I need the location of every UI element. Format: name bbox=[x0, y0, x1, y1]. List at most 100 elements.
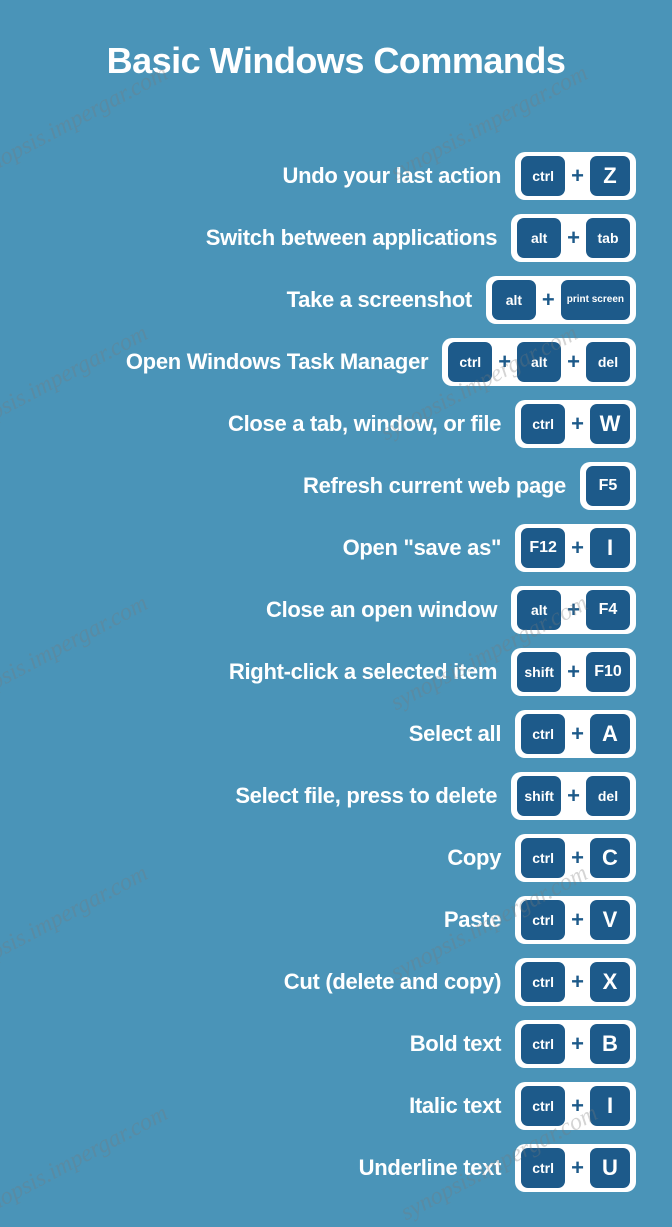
keycap: alt bbox=[517, 590, 561, 630]
key-combo: ctrl+V bbox=[515, 896, 636, 944]
shortcut-label: Refresh current web page bbox=[303, 473, 566, 499]
plus-separator: + bbox=[569, 1031, 586, 1057]
plus-separator: + bbox=[540, 287, 557, 313]
keycap: U bbox=[590, 1148, 630, 1188]
shortcut-label: Take a screenshot bbox=[287, 287, 472, 313]
shortcut-row: Open "save as" F12+I bbox=[36, 524, 636, 572]
plus-separator: + bbox=[565, 783, 582, 809]
key-combo: ctrl+U bbox=[515, 1144, 636, 1192]
keycap: ctrl bbox=[521, 1086, 565, 1126]
shortcut-label: Undo your last action bbox=[283, 163, 502, 189]
shortcut-row: Close a tab, window, or file ctrl+W bbox=[36, 400, 636, 448]
shortcut-label: Close a tab, window, or file bbox=[228, 411, 501, 437]
keycap: tab bbox=[586, 218, 630, 258]
plus-separator: + bbox=[569, 907, 586, 933]
shortcut-list: Undo your last actionctrl+ZSwitch betwee… bbox=[36, 152, 636, 1192]
key-combo: F5 bbox=[580, 462, 636, 510]
shortcut-label: Italic text bbox=[409, 1093, 501, 1119]
shortcut-row: Cut (delete and copy) ctrl+X bbox=[36, 958, 636, 1006]
shortcut-row: Right-click a selected item shift+F10 bbox=[36, 648, 636, 696]
keycap: F4 bbox=[586, 590, 630, 630]
keycap: ctrl bbox=[521, 156, 565, 196]
shortcut-row: Select all ctrl+A bbox=[36, 710, 636, 758]
shortcut-label: Open "save as" bbox=[343, 535, 502, 561]
key-combo: ctrl+alt+del bbox=[442, 338, 636, 386]
keycap: ctrl bbox=[521, 404, 565, 444]
keycap: alt bbox=[492, 280, 536, 320]
keycap: V bbox=[590, 900, 630, 940]
keycap: F12 bbox=[521, 528, 565, 568]
keycap: del bbox=[586, 776, 630, 816]
keycap: ctrl bbox=[521, 962, 565, 1002]
shortcut-label: Select file, press to delete bbox=[235, 783, 497, 809]
keycap: alt bbox=[517, 342, 561, 382]
keycap: ctrl bbox=[521, 838, 565, 878]
shortcut-row: Take a screenshot alt+print screen bbox=[36, 276, 636, 324]
plus-separator: + bbox=[496, 349, 513, 375]
keycap: A bbox=[590, 714, 630, 754]
shortcut-row: Undo your last action ctrl+Z bbox=[36, 152, 636, 200]
plus-separator: + bbox=[565, 659, 582, 685]
shortcut-row: Italic text ctrl+I bbox=[36, 1082, 636, 1130]
keycap: print screen bbox=[561, 280, 630, 320]
keycap: ctrl bbox=[448, 342, 492, 382]
key-combo: alt+tab bbox=[511, 214, 636, 262]
shortcut-row: Switch between applications alt+tab bbox=[36, 214, 636, 262]
key-combo: shift+F10 bbox=[511, 648, 636, 696]
shortcut-label: Close an open window bbox=[266, 597, 497, 623]
keycap: ctrl bbox=[521, 900, 565, 940]
plus-separator: + bbox=[569, 411, 586, 437]
keycap: F10 bbox=[586, 652, 630, 692]
plus-separator: + bbox=[565, 597, 582, 623]
keycap: ctrl bbox=[521, 1148, 565, 1188]
key-combo: alt+F4 bbox=[511, 586, 636, 634]
key-combo: ctrl+C bbox=[515, 834, 636, 882]
key-combo: ctrl+X bbox=[515, 958, 636, 1006]
shortcut-label: Select all bbox=[409, 721, 501, 747]
plus-separator: + bbox=[569, 1155, 586, 1181]
key-combo: ctrl+B bbox=[515, 1020, 636, 1068]
keycap: F5 bbox=[586, 466, 630, 506]
shortcut-row: Open Windows Task Managerctrl+alt+del bbox=[36, 338, 636, 386]
keycap: X bbox=[590, 962, 630, 1002]
plus-separator: + bbox=[569, 535, 586, 561]
key-combo: ctrl+W bbox=[515, 400, 636, 448]
key-combo: ctrl+A bbox=[515, 710, 636, 758]
key-combo: alt+print screen bbox=[486, 276, 636, 324]
plus-separator: + bbox=[569, 845, 586, 871]
keycap: shift bbox=[517, 652, 561, 692]
shortcut-label: Underline text bbox=[359, 1155, 502, 1181]
plus-separator: + bbox=[565, 349, 582, 375]
shortcut-label: Open Windows Task Manager bbox=[126, 349, 428, 375]
page-title: Basic Windows Commands bbox=[36, 40, 636, 82]
shortcut-label: Switch between applications bbox=[206, 225, 497, 251]
shortcut-row: Copy ctrl+C bbox=[36, 834, 636, 882]
keycap: I bbox=[590, 1086, 630, 1126]
shortcut-label: Copy bbox=[447, 845, 501, 871]
shortcut-row: Bold text ctrl+B bbox=[36, 1020, 636, 1068]
shortcuts-card: Basic Windows Commands Undo your last ac… bbox=[0, 0, 672, 1222]
shortcut-row: Underline text ctrl+U bbox=[36, 1144, 636, 1192]
key-combo: F12+I bbox=[515, 524, 636, 572]
keycap: I bbox=[590, 528, 630, 568]
shortcut-row: Select file, press to delete shift+del bbox=[36, 772, 636, 820]
plus-separator: + bbox=[569, 969, 586, 995]
plus-separator: + bbox=[569, 721, 586, 747]
keycap: ctrl bbox=[521, 1024, 565, 1064]
keycap: Z bbox=[590, 156, 630, 196]
keycap: W bbox=[590, 404, 630, 444]
shortcut-label: Bold text bbox=[410, 1031, 501, 1057]
keycap: ctrl bbox=[521, 714, 565, 754]
shortcut-label: Cut (delete and copy) bbox=[284, 969, 501, 995]
keycap: shift bbox=[517, 776, 561, 816]
plus-separator: + bbox=[569, 163, 586, 189]
key-combo: ctrl+I bbox=[515, 1082, 636, 1130]
shortcut-label: Paste bbox=[444, 907, 501, 933]
shortcut-row: Refresh current web page F5 bbox=[36, 462, 636, 510]
plus-separator: + bbox=[565, 225, 582, 251]
shortcut-row: Paste ctrl+V bbox=[36, 896, 636, 944]
shortcut-label: Right-click a selected item bbox=[229, 659, 497, 685]
plus-separator: + bbox=[569, 1093, 586, 1119]
shortcut-row: Close an open window alt+F4 bbox=[36, 586, 636, 634]
keycap: del bbox=[586, 342, 630, 382]
